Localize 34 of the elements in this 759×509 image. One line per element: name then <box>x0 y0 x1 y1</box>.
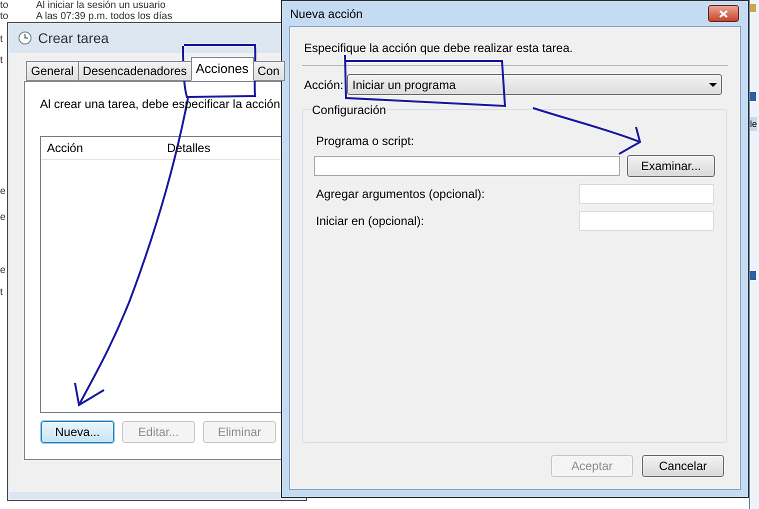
side-text: le <box>750 117 758 131</box>
action-button[interactable]: Nueva... <box>41 421 114 443</box>
list-cell: t <box>0 287 3 299</box>
list-cell: t <box>0 55 3 67</box>
text-input[interactable] <box>579 211 714 231</box>
close-button[interactable] <box>708 5 739 22</box>
dialog-button[interactable]: Cancelar <box>642 455 724 477</box>
caret-icon <box>709 82 717 86</box>
tab[interactable]: Acciones <box>190 57 254 81</box>
tab[interactable]: Desencadenadores <box>78 61 192 81</box>
list-cell: e <box>0 212 6 224</box>
list-cell: A las 07:39 p.m. todos los días <box>36 11 172 22</box>
field-label: Agregar argumentos (opcional): <box>315 186 485 203</box>
text-input[interactable] <box>579 184 714 204</box>
instruction-text: Especifique la acción que debe realizar esta tarea. <box>303 40 574 57</box>
field-label: Programa o script: <box>315 133 416 150</box>
list-cell: Al iniciar la sesión un usuario <box>36 0 166 11</box>
tab[interactable]: Con <box>252 61 285 81</box>
action-dropdown[interactable]: Iniciar un programa <box>347 74 722 95</box>
list-cell-text: to <box>0 0 10 11</box>
list-cell-text: to <box>0 11 10 22</box>
program-input[interactable] <box>314 156 620 176</box>
browse-button[interactable]: Examinar... <box>627 155 715 177</box>
field-label: Iniciar en (opcional): <box>315 213 424 230</box>
close-icon <box>719 10 728 18</box>
list-cell: t <box>0 34 3 46</box>
window-title: Crear tarea <box>38 28 109 48</box>
window-title: Nueva acción <box>290 6 363 22</box>
list-cell: e <box>0 265 6 277</box>
column-header[interactable]: Acción <box>41 139 161 157</box>
list-cell: e <box>0 186 6 198</box>
field-label: Acción: <box>304 76 344 94</box>
clock-icon <box>18 31 32 45</box>
tab[interactable]: General <box>26 61 79 81</box>
